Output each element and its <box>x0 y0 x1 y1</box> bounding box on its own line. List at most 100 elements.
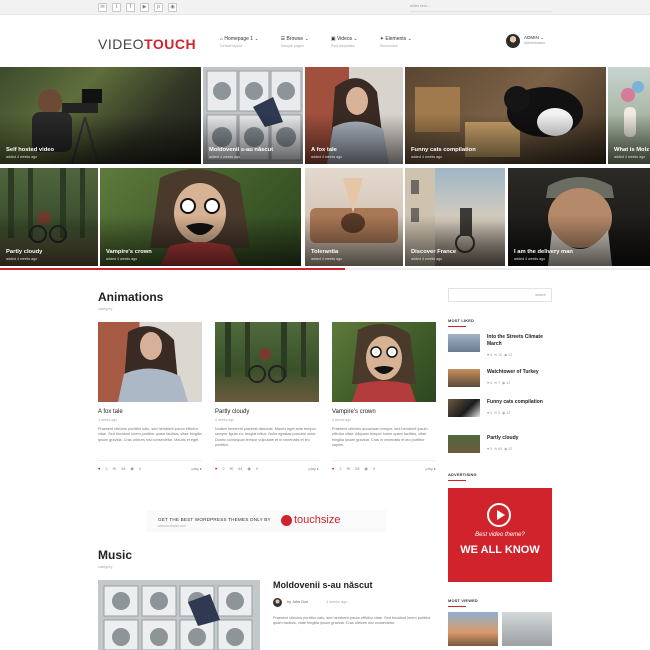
banner-text: GET THE BEST WORDPRESS THEMES ONLY BY <box>158 517 271 522</box>
video-card[interactable]: Vampire's crown 4 weeks ago Praesent ult… <box>332 322 436 471</box>
card-thumbnail[interactable] <box>98 322 202 402</box>
nav-label: Homepage 1 <box>224 36 254 42</box>
heart-icon[interactable]: ♥ <box>98 466 100 471</box>
comment-count: 44 <box>237 466 243 471</box>
comment-count: 28 <box>354 466 360 471</box>
touchsize-banner[interactable]: GET THE BEST WORDPRESS THEMES ONLY BY ww… <box>146 510 386 532</box>
video-icon[interactable]: ▶ <box>140 3 149 12</box>
mail-icon[interactable]: ✉ <box>98 3 107 12</box>
banner-subtext: www.touchsize.com <box>158 524 186 528</box>
twitter-icon[interactable]: t <box>112 3 121 12</box>
heart-icon[interactable]: ♥ <box>332 466 334 471</box>
card-thumbnail[interactable] <box>332 322 436 402</box>
most-viewed-thumbnail[interactable] <box>502 612 552 646</box>
list-meta: ♥ 0 ✉ 5 ◉ 12 <box>487 411 511 415</box>
video-card[interactable]: Partly cloudy 4 weeks ago Nullam hendrer… <box>215 322 319 471</box>
ad-line-2: WE ALL KNOW <box>460 544 540 556</box>
site-logo[interactable]: VIDEOTOUCH <box>98 36 196 52</box>
card-meta: ♥ 2 ✉ 28 ◉ 0 play ▸ <box>332 460 436 471</box>
tile-date: added 4 weeks ago <box>311 257 343 261</box>
pinterest-icon[interactable]: p <box>154 3 163 12</box>
play-icon: ▸ <box>199 466 202 471</box>
tile-date: added 4 weeks ago <box>311 155 343 159</box>
view-count: 0 <box>138 466 142 471</box>
advertisement-banner[interactable]: Best video theme? WE ALL KNOW <box>448 488 552 582</box>
list-thumbnail <box>448 369 480 387</box>
featured-tile[interactable]: Tolerantia added 4 weeks ago <box>305 168 403 266</box>
thumb-image <box>118 326 188 402</box>
card-meta: ♥ 2 ✉ 44 ◉ 0 play ▸ <box>215 460 319 471</box>
widget-title-underline <box>448 480 466 481</box>
card-title[interactable]: Vampire's crown <box>332 409 436 415</box>
section-title-music: Music <box>98 548 133 562</box>
top-bar: ✉ t f ▶ p ◉ enter text... <box>0 0 650 15</box>
search-button[interactable]: search <box>535 293 546 297</box>
music-post-title[interactable]: Moldovenii s-au născut <box>273 580 373 590</box>
nav-homepage[interactable]: ⌂ Homepage 1 ⌄ Default layout <box>220 36 259 48</box>
list-thumbnail <box>448 399 480 417</box>
top-search-input[interactable]: enter text... <box>410 3 552 12</box>
user-role: Administrator <box>524 41 546 45</box>
post-author[interactable]: by John Doe <box>287 600 308 604</box>
post-excerpt: Praesent ultricies porttitor odio, sed h… <box>273 616 431 626</box>
nav-sublabel: Default layout <box>220 44 242 48</box>
card-title[interactable]: Partly cloudy <box>215 409 319 415</box>
nav-label: Videos <box>336 36 353 42</box>
featured-tile[interactable]: What is Molz added 4 weeks ago <box>608 67 650 164</box>
nav-elements[interactable]: ✦ Elements ⌄ Shortcodes <box>380 36 412 48</box>
card-date: 4 weeks ago <box>98 418 118 422</box>
most-viewed-thumbnail[interactable] <box>448 612 498 646</box>
list-title[interactable]: Watchtower of Turkey <box>487 369 551 376</box>
user-menu[interactable]: ADMIN ⌄ Administrator <box>506 33 556 51</box>
featured-tile[interactable]: A fox tale added 4 weeks ago <box>305 67 403 164</box>
featured-tile[interactable]: Self hosted video added 4 weeks ago <box>0 67 201 164</box>
video-card[interactable]: A fox tale 4 weeks ago Praesent ultricie… <box>98 322 202 471</box>
view-count: 0 <box>372 466 376 471</box>
featured-tile[interactable]: Vampire's crown added 4 weeks ago <box>100 168 301 266</box>
list-title[interactable]: Into the Streets Climate March <box>487 334 551 348</box>
featured-tile[interactable]: Discover France added 4 weeks ago <box>405 168 505 266</box>
widget-title-most-viewed: MOST VIEWED <box>448 598 478 603</box>
featured-tile[interactable]: Partly cloudy added 4 weeks ago <box>0 168 98 266</box>
eye-icon: ◉ <box>364 466 368 471</box>
section-title-animations: Animations <box>98 290 164 304</box>
tile-title: A fox tale <box>311 147 337 153</box>
banner-brand: touchsize <box>294 514 341 526</box>
tile-date: added 4 weeks ago <box>209 155 241 159</box>
thumb-image <box>352 323 416 402</box>
heart-icon[interactable]: ♥ <box>215 466 217 471</box>
featured-tile[interactable]: Moldovenii s-au născut added 4 weeks ago <box>203 67 303 164</box>
tile-date: added 4 weeks ago <box>411 155 443 159</box>
card-thumbnail[interactable] <box>215 322 319 402</box>
nav-browse[interactable]: ☰ Browse ⌄ Sample pages <box>281 36 309 48</box>
post-date: 4 weeks ago <box>326 600 348 604</box>
tile-title: What is Molz <box>614 147 650 153</box>
list-item[interactable]: Funny cats compilation ♥ 0 ✉ 5 ◉ 12 <box>448 399 552 425</box>
play-link[interactable]: play ▸ <box>426 466 436 471</box>
slider-progress-fill <box>0 268 345 270</box>
list-item[interactable]: Watchtower of Turkey ♥ 0 ✉ 7 ◉ 12 <box>448 369 552 395</box>
list-item[interactable]: Partly cloudy ♥ 0 ✉ 44 ◉ 12 <box>448 435 552 461</box>
featured-tile[interactable]: I am the delivery man added 4 weeks ago <box>508 168 650 266</box>
widget-title-advertising: ADVERTISING <box>448 472 477 477</box>
facebook-icon[interactable]: f <box>126 3 135 12</box>
play-link[interactable]: play ▸ <box>309 466 319 471</box>
list-title[interactable]: Partly cloudy <box>487 435 551 442</box>
logo-text-video: VIDEO <box>98 36 145 52</box>
card-date: 4 weeks ago <box>332 418 352 422</box>
list-thumbnail <box>448 435 480 453</box>
play-icon: ▸ <box>316 466 319 471</box>
sidebar-search-input[interactable]: search <box>448 288 552 302</box>
nav-videos[interactable]: ▣ Videos ⌄ Post templates <box>331 36 358 48</box>
list-title[interactable]: Funny cats compilation <box>487 399 551 406</box>
rss-icon[interactable]: ◉ <box>168 3 177 12</box>
music-thumbnail[interactable] <box>98 580 260 650</box>
featured-tile[interactable]: Funny cats compilation added 4 weeks ago <box>405 67 606 164</box>
ad-line-1: Best video theme? <box>475 532 525 538</box>
card-date: 4 weeks ago <box>215 418 235 422</box>
comment-icon: ✉ <box>346 466 350 471</box>
play-link[interactable]: play ▸ <box>192 466 202 471</box>
list-item[interactable]: Into the Streets Climate March ♥ 0 ✉ 12 … <box>448 334 552 360</box>
slider-progress-bar <box>0 268 650 270</box>
card-title[interactable]: A fox tale <box>98 409 202 415</box>
